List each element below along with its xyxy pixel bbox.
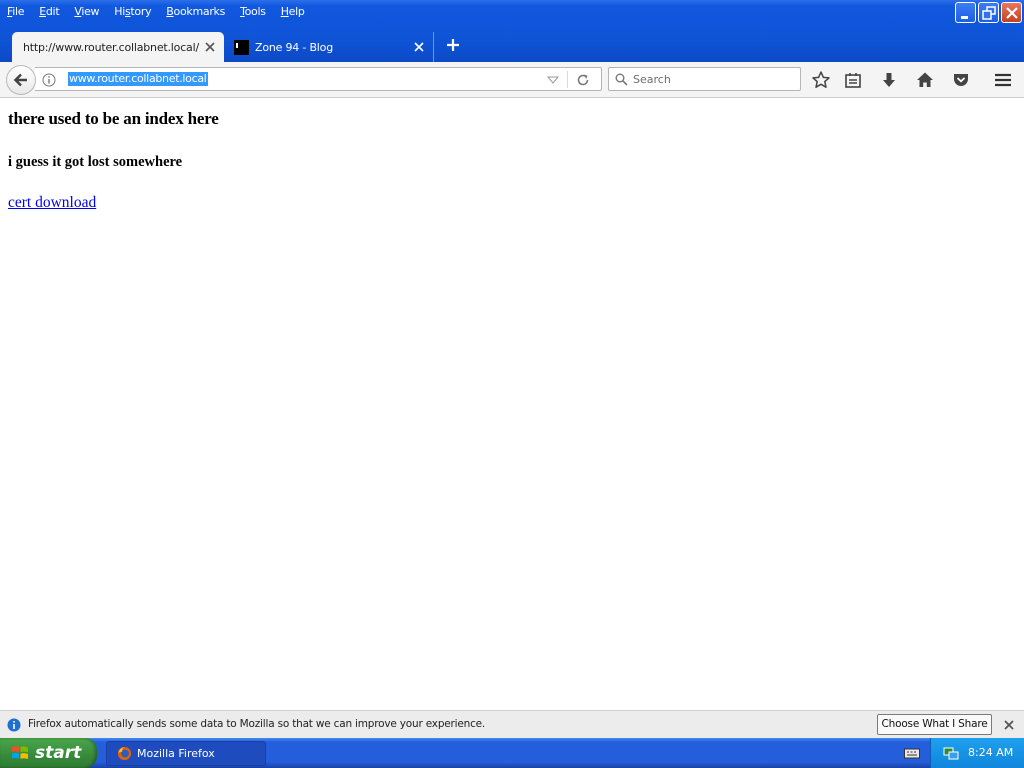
search-icon bbox=[615, 73, 628, 86]
navigation-toolbar: www.router.collabnet.local Search bbox=[0, 62, 1024, 98]
menu-bar: File Edit View History Bookmarks Tools H… bbox=[0, 0, 320, 22]
start-label: start bbox=[35, 743, 82, 763]
menu-view[interactable]: View bbox=[74, 5, 99, 18]
tab-router[interactable]: http://www.router.collabnet.local/ bbox=[12, 32, 224, 62]
info-icon[interactable] bbox=[42, 73, 56, 87]
firefox-icon bbox=[117, 746, 132, 761]
url-text[interactable]: www.router.collabnet.local bbox=[68, 72, 208, 86]
hamburger-menu-icon[interactable] bbox=[993, 70, 1013, 90]
close-icon[interactable] bbox=[1003, 719, 1015, 731]
choose-what-i-share-button[interactable]: Choose What I Share bbox=[877, 714, 992, 735]
page-content: there used to be an index here i guess i… bbox=[0, 99, 1024, 710]
cert-download-link[interactable]: cert download bbox=[8, 194, 96, 212]
restore-icon bbox=[982, 6, 996, 20]
history-dropdown-icon[interactable] bbox=[547, 75, 559, 85]
close-tab-icon[interactable] bbox=[413, 41, 425, 53]
search-input[interactable]: Search bbox=[633, 73, 671, 86]
notification-bar: Firefox automatically sends some data to… bbox=[0, 710, 1024, 738]
close-window-button[interactable] bbox=[1001, 2, 1022, 23]
page-subheading: i guess it got lost somewhere bbox=[8, 154, 183, 170]
restore-button[interactable] bbox=[978, 2, 999, 23]
url-separator bbox=[567, 71, 568, 88]
clock: 8:24 AM bbox=[968, 746, 1014, 759]
back-button[interactable] bbox=[6, 65, 36, 95]
info-icon bbox=[7, 718, 21, 732]
tab-zone94[interactable]: Zone 94 - Blog bbox=[228, 32, 434, 62]
windows-logo-icon bbox=[12, 746, 28, 759]
menu-history[interactable]: History bbox=[114, 5, 151, 18]
zone94-favicon-icon bbox=[234, 39, 249, 55]
close-tab-icon[interactable] bbox=[204, 41, 216, 53]
bookmark-star-icon[interactable] bbox=[811, 70, 831, 90]
reload-icon[interactable] bbox=[576, 73, 590, 87]
downloads-icon[interactable] bbox=[879, 70, 899, 90]
new-tab-icon[interactable] bbox=[444, 36, 462, 54]
reading-list-icon[interactable] bbox=[843, 70, 863, 90]
home-icon[interactable] bbox=[915, 70, 935, 90]
menu-edit[interactable]: Edit bbox=[39, 5, 59, 18]
taskbar-firefox-label: Mozilla Firefox bbox=[137, 747, 215, 760]
minimize-icon bbox=[961, 16, 968, 19]
menu-help[interactable]: Help bbox=[281, 5, 305, 18]
search-bar[interactable]: Search bbox=[608, 67, 801, 91]
menu-tools[interactable]: Tools bbox=[240, 5, 266, 18]
window-controls bbox=[955, 2, 1022, 23]
back-arrow-icon bbox=[13, 73, 27, 87]
taskbar-firefox-button[interactable]: Mozilla Firefox bbox=[106, 741, 266, 766]
menu-bookmarks[interactable]: Bookmarks bbox=[166, 5, 225, 18]
network-icon[interactable] bbox=[943, 745, 959, 761]
start-button[interactable]: start bbox=[0, 738, 97, 768]
url-bar[interactable]: www.router.collabnet.local bbox=[35, 67, 602, 91]
menu-file[interactable]: File bbox=[7, 5, 25, 18]
tab-title: http://www.router.collabnet.local/ bbox=[23, 40, 199, 54]
close-icon bbox=[1006, 7, 1018, 19]
pocket-icon[interactable] bbox=[951, 70, 971, 90]
system-tray: 8:24 AM bbox=[930, 738, 1024, 768]
notification-text: Firefox automatically sends some data to… bbox=[28, 718, 486, 730]
minimize-button[interactable] bbox=[955, 2, 976, 23]
window-titlebar: File Edit View History Bookmarks Tools H… bbox=[0, 0, 1024, 62]
tab-title: Zone 94 - Blog bbox=[255, 40, 333, 54]
windows-taskbar: start Mozilla Firefox 8:24 AM bbox=[0, 738, 1024, 768]
keyboard-icon[interactable] bbox=[904, 747, 920, 759]
page-heading: there used to be an index here bbox=[8, 109, 219, 128]
tab-strip: http://www.router.collabnet.local/ Zone … bbox=[0, 28, 1024, 62]
